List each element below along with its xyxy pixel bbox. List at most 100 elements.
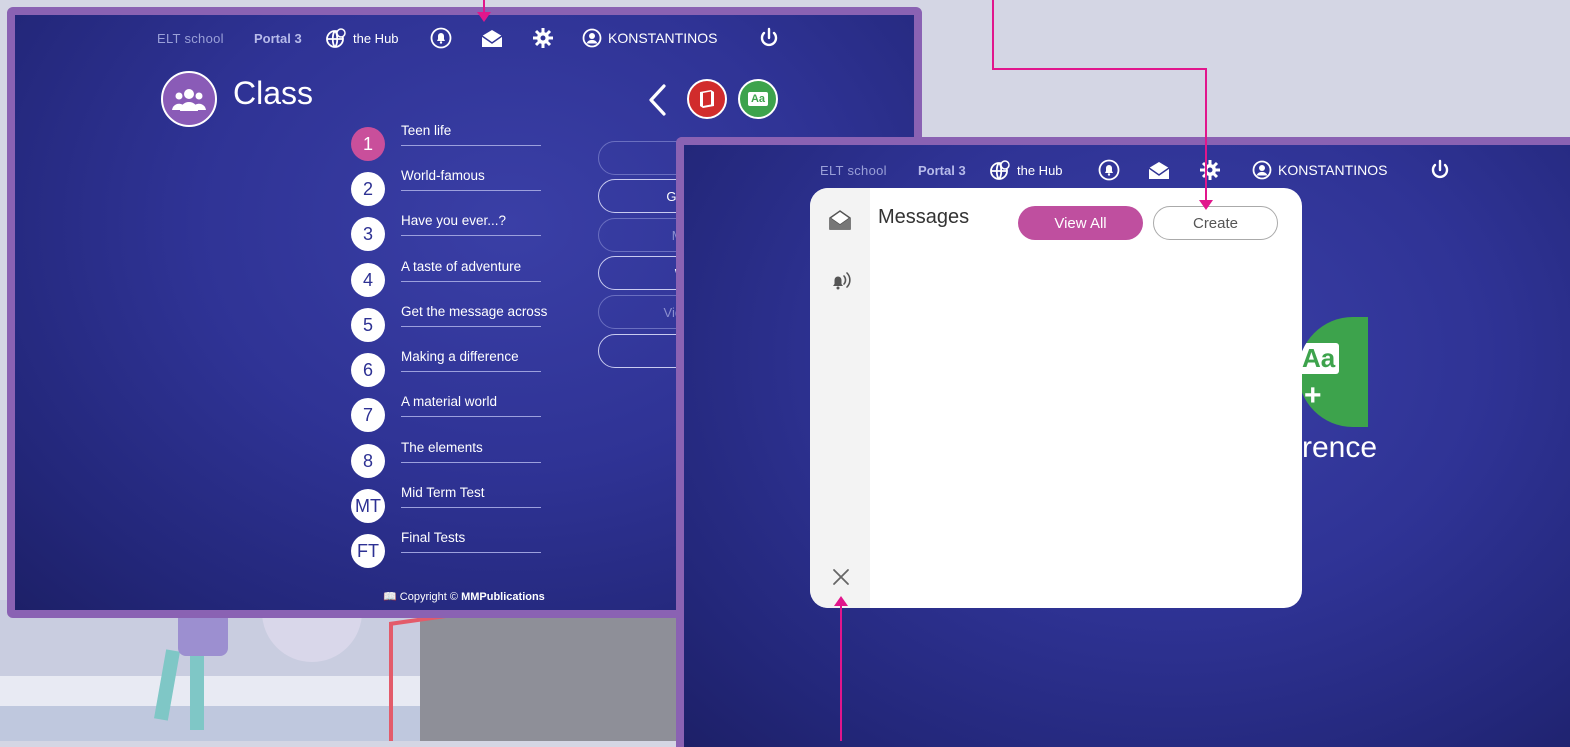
- unit-item[interactable]: 2 World-famous: [351, 168, 601, 208]
- hub-globe-icon: [990, 160, 1010, 180]
- unit-item[interactable]: 4 A taste of adventure: [351, 259, 601, 299]
- hub-globe-icon: [326, 28, 346, 48]
- book-button[interactable]: [687, 79, 727, 119]
- annotation-arrowhead: [834, 596, 848, 606]
- gear-icon[interactable]: [1199, 159, 1221, 181]
- portal-name[interactable]: Portal 3: [918, 163, 966, 178]
- power-icon[interactable]: [758, 27, 780, 49]
- top-bar: ELT school Portal 3 the Hub KONSTANTINOS: [684, 147, 1570, 193]
- annotation-arrow-line: [992, 68, 1206, 70]
- gear-icon[interactable]: [532, 27, 554, 49]
- dictionary-caption: rence: [1302, 431, 1378, 464]
- class-avatar: [161, 71, 217, 127]
- unit-item[interactable]: 3 Have you ever...?: [351, 213, 601, 253]
- background-figure-leg: [190, 650, 204, 730]
- plus-icon: +: [1304, 379, 1322, 412]
- school-name[interactable]: ELT school: [157, 31, 224, 46]
- book-icon: [700, 90, 714, 108]
- unit-underline: [401, 145, 541, 146]
- unit-label: Final Tests: [401, 530, 466, 545]
- unit-underline: [401, 507, 541, 508]
- copyright-brand: MMPublications: [461, 591, 545, 603]
- unit-item[interactable]: 1 Teen life: [351, 123, 601, 163]
- annotation-arrow-line: [840, 604, 842, 741]
- user-name: KONSTANTINOS: [1278, 162, 1388, 178]
- unit-label: World-famous: [401, 168, 485, 183]
- dictionary-label: Aa: [747, 92, 769, 106]
- hub-link[interactable]: the Hub: [325, 27, 399, 49]
- unit-item[interactable]: 8 The elements: [351, 440, 601, 480]
- annotation-arrow-line: [992, 0, 994, 70]
- user-name: KONSTANTINOS: [608, 30, 718, 46]
- book-open-icon: 📖: [383, 591, 397, 603]
- user-icon: [582, 28, 602, 48]
- unit-underline: [401, 235, 541, 236]
- create-button[interactable]: Create: [1153, 206, 1278, 240]
- unit-label: Get the message across: [401, 304, 548, 319]
- unit-underline: [401, 281, 541, 282]
- user-icon: [1252, 160, 1272, 180]
- envelope-icon[interactable]: [480, 27, 504, 49]
- page-title: Class: [233, 75, 314, 111]
- unit-label: Have you ever...?: [401, 213, 507, 228]
- unit-number: 7: [351, 398, 385, 432]
- unit-label: The elements: [401, 440, 483, 455]
- close-icon[interactable]: [832, 568, 850, 586]
- bell-icon[interactable]: [430, 27, 452, 49]
- messages-sidebar: [810, 188, 870, 608]
- hub-link[interactable]: the Hub: [989, 159, 1063, 181]
- unit-underline: [401, 371, 541, 372]
- annotation-arrowhead: [477, 12, 491, 22]
- unit-number: 1: [351, 127, 385, 161]
- annotation-arrowhead: [1199, 200, 1213, 210]
- hub-label: the Hub: [1017, 162, 1063, 178]
- messages-title: Messages: [878, 206, 970, 228]
- unit-label: Making a difference: [401, 349, 519, 364]
- unit-item[interactable]: 6 Making a difference: [351, 349, 601, 389]
- unit-number: 8: [351, 444, 385, 478]
- unit-item[interactable]: 7 A material world: [351, 394, 601, 434]
- user-menu[interactable]: KONSTANTINOS: [582, 28, 717, 48]
- unit-item[interactable]: MT Mid Term Test: [351, 485, 601, 525]
- unit-number: 6: [351, 353, 385, 387]
- unit-number: 2: [351, 172, 385, 206]
- unit-item[interactable]: FT Final Tests: [351, 530, 601, 570]
- unit-underline: [401, 462, 541, 463]
- view-all-button[interactable]: View All: [1018, 206, 1143, 240]
- copyright-text: Copyright ©: [399, 591, 459, 603]
- unit-label: Teen life: [401, 123, 452, 138]
- unit-underline: [401, 552, 541, 553]
- chevron-left-icon[interactable]: [646, 83, 670, 117]
- unit-number: 3: [351, 217, 385, 251]
- unit-label: A material world: [401, 394, 498, 409]
- dictionary-label-large: Aa: [1298, 343, 1340, 374]
- bell-icon[interactable]: [1098, 159, 1120, 181]
- unit-underline: [401, 190, 541, 191]
- announcement-icon[interactable]: [830, 270, 852, 292]
- background-stripe: [0, 676, 420, 706]
- school-name[interactable]: ELT school: [820, 163, 887, 178]
- unit-label: Mid Term Test: [401, 485, 485, 500]
- messages-window: ELT school Portal 3 the Hub KONSTANTINOS…: [676, 137, 1570, 747]
- unit-underline: [401, 416, 541, 417]
- unit-item[interactable]: 5 Get the message across: [351, 304, 601, 344]
- dictionary-button[interactable]: Aa: [738, 79, 778, 119]
- power-icon[interactable]: [1429, 159, 1451, 181]
- background-floor: [420, 610, 690, 741]
- portal-name[interactable]: Portal 3: [254, 31, 302, 46]
- user-menu[interactable]: KONSTANTINOS: [1252, 160, 1387, 180]
- hub-label: the Hub: [353, 30, 399, 46]
- envelope-icon[interactable]: [828, 208, 852, 232]
- unit-number: 5: [351, 308, 385, 342]
- annotation-arrow-line: [1205, 68, 1207, 202]
- background-red-pole: [389, 622, 393, 741]
- unit-number: MT: [351, 489, 385, 523]
- envelope-icon[interactable]: [1147, 159, 1171, 181]
- group-icon: [172, 89, 206, 111]
- unit-underline: [401, 326, 541, 327]
- messages-panel: Messages View All Create: [810, 188, 1302, 608]
- unit-label: A taste of adventure: [401, 259, 522, 274]
- dictionary-button-large[interactable]: Aa +: [1298, 317, 1368, 427]
- copyright: 📖 Copyright © MMPublications: [383, 590, 545, 603]
- unit-number: 4: [351, 263, 385, 297]
